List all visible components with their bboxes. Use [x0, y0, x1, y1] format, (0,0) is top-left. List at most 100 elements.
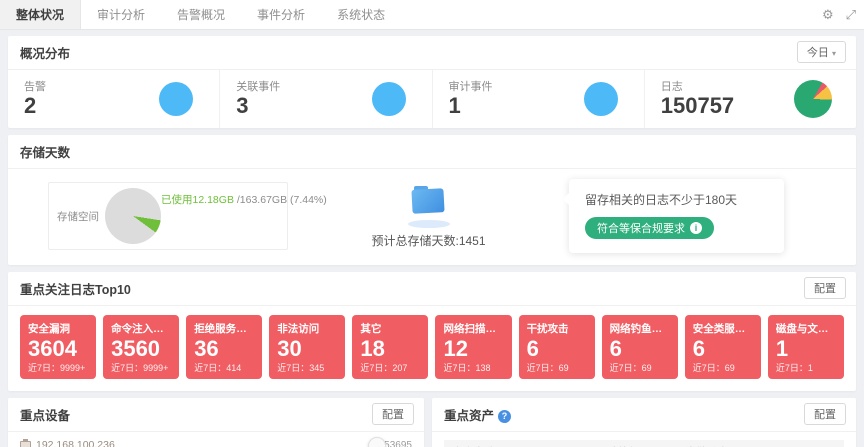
log-card-security-vuln[interactable]: 安全漏洞 3604 近7日：9999+ — [20, 315, 96, 379]
key-assets-title-text: 重点资产 — [444, 409, 494, 423]
tab-event-analysis[interactable]: 事件分析 — [241, 0, 321, 29]
log-card-value: 6 — [610, 336, 670, 361]
tab-overall-status[interactable]: 整体状况 — [0, 0, 81, 29]
stat-alerts[interactable]: 告警 2 — [8, 70, 220, 128]
log-recent-value: 69 — [642, 363, 652, 373]
compliance-note-text: 留存相关的日志不少于180天 — [585, 191, 768, 208]
overview-title-text: 概况分布 — [20, 47, 70, 61]
top-logs-cards: 安全漏洞 3604 近7日：9999+ 命令注入攻击 3560 近7日：9999… — [8, 306, 856, 391]
log-card-security-service[interactable]: 安全类服务攻击 6 近7日：69 — [685, 315, 761, 379]
log-card-network-scan[interactable]: 网络扫描探测 12 近7日：138 — [435, 315, 511, 379]
log-card-other[interactable]: 其它 18 近7日：207 — [352, 315, 428, 379]
top-logs-section-title: 重点关注日志Top10 配置 — [8, 272, 856, 306]
log-card-dos[interactable]: 拒绝服务攻击 36 近7日：414 — [186, 315, 262, 379]
log-recent-value: 1 — [808, 363, 813, 373]
logs-pie-chart — [794, 80, 832, 118]
storage-usage-text: 已使用12.18GB /163.67GB (7.44%) — [161, 192, 327, 207]
log-recent-value: 138 — [475, 363, 490, 373]
help-icon[interactable]: ? — [498, 410, 511, 423]
log-card-value: 36 — [194, 336, 254, 361]
overview-section-title: 概况分布 今日 ▾ — [8, 36, 856, 70]
log-card-title: 安全漏洞 — [28, 321, 88, 336]
device-ip: 192.168.100.236 — [36, 439, 115, 447]
storage-pie-chart — [105, 188, 161, 244]
log-recent-value: 414 — [226, 363, 241, 373]
log-card-title: 命令注入攻击 — [111, 321, 171, 336]
storage-used-text: 已使用12.18GB — [161, 194, 234, 206]
log-card-value: 6 — [693, 336, 753, 361]
log-card-title: 非法访问 — [277, 321, 337, 336]
log-recent-label: 近7日： — [277, 363, 309, 373]
devices-config-button[interactable]: 配置 — [372, 403, 414, 425]
dashboard-content: 概况分布 今日 ▾ 告警 2 关联事件 3 审计事件 1 — [0, 30, 864, 447]
log-card-value: 6 — [527, 336, 587, 361]
log-card-value: 30 — [277, 336, 337, 361]
assets-table: 资产名称 风险等级 告警分布 WindowsServer2016 高 0 2 0… — [444, 440, 844, 447]
log-recent-label: 近7日： — [610, 363, 642, 373]
log-card-value: 3560 — [111, 336, 171, 361]
audit-events-circle-chart — [584, 82, 618, 116]
storage-space-label: 存储空间 — [57, 209, 105, 224]
key-devices-section: 重点设备 配置 192.168.100.236 853695 192.168.1… — [8, 398, 424, 447]
log-card-title: 拒绝服务攻击 — [194, 321, 254, 336]
compliance-note-card: 留存相关的日志不少于180天 符合等保合规要求 i — [569, 179, 784, 253]
stat-logs[interactable]: 日志 150757 — [645, 70, 856, 128]
tab-system-status[interactable]: 系统状态 — [321, 0, 401, 29]
log-recent-label: 近7日： — [194, 363, 226, 373]
storage-section-title: 存储天数 — [8, 135, 856, 169]
caret-down-icon: ▾ — [832, 49, 836, 58]
key-devices-title-text: 重点设备 — [20, 409, 70, 423]
overview-stats-row: 告警 2 关联事件 3 审计事件 1 日志 150757 — [8, 70, 856, 128]
storage-title-text: 存储天数 — [20, 146, 70, 160]
stat-correlated-events[interactable]: 关联事件 3 — [220, 70, 432, 128]
top-logs-section: 重点关注日志Top10 配置 安全漏洞 3604 近7日：9999+ 命令注入攻… — [8, 272, 856, 391]
top-logs-title-text: 重点关注日志Top10 — [20, 283, 131, 297]
storage-total-text: /163.67GB (7.44%) — [234, 194, 327, 206]
log-card-title: 网络钓鱼攻击 — [610, 321, 670, 336]
correlated-events-circle-chart — [372, 82, 406, 116]
log-recent-label: 近7日： — [693, 363, 725, 373]
log-recent-value: 345 — [309, 363, 324, 373]
log-recent-label: 近7日： — [776, 363, 808, 373]
top-logs-config-button[interactable]: 配置 — [804, 277, 846, 299]
log-recent-value: 9999+ — [143, 363, 168, 373]
tab-audit-analysis[interactable]: 审计分析 — [81, 0, 161, 29]
storage-section: 存储天数 存储空间 已使用12.18GB /163.67GB (7.44%) 预… — [8, 135, 856, 265]
key-assets-title: 重点资产? 配置 — [432, 398, 856, 432]
key-assets-section: 重点资产? 配置 资产名称 风险等级 告警分布 WindowsServer201… — [432, 398, 856, 447]
log-card-disk-file[interactable]: 磁盘与文件系... 1 近7日：1 — [768, 315, 844, 379]
stat-audit-events[interactable]: 审计事件 1 — [433, 70, 645, 128]
log-card-value: 18 — [360, 336, 420, 361]
top-navigation: 整体状况 审计分析 告警概况 事件分析 系统状态 ⚙ ⤢ — [0, 0, 864, 30]
storage-body: 存储空间 已使用12.18GB /163.67GB (7.44%) 预计总存储天… — [8, 169, 856, 265]
log-card-title: 网络扫描探测 — [443, 321, 503, 336]
log-recent-label: 近7日： — [28, 363, 60, 373]
log-card-value: 12 — [443, 336, 503, 361]
log-recent-label: 近7日： — [111, 363, 143, 373]
log-card-value: 1 — [776, 336, 836, 361]
device-row[interactable]: 192.168.100.236 853695 — [20, 439, 412, 447]
compliance-badge[interactable]: 符合等保合规要求 i — [585, 217, 714, 239]
date-range-dropdown[interactable]: 今日 ▾ — [797, 41, 846, 63]
log-card-title: 磁盘与文件系... — [776, 321, 836, 336]
log-card-interference[interactable]: 干扰攻击 6 近7日：69 — [519, 315, 595, 379]
log-card-title: 其它 — [360, 321, 420, 336]
log-recent-label: 近7日： — [360, 363, 392, 373]
gear-icon[interactable]: ⚙ — [822, 7, 834, 23]
compliance-badge-label: 符合等保合规要求 — [597, 220, 685, 236]
date-range-value: 今日 — [807, 47, 829, 59]
assets-config-button[interactable]: 配置 — [804, 403, 846, 425]
log-recent-value: 69 — [725, 363, 735, 373]
log-recent-value: 207 — [392, 363, 407, 373]
tab-alert-overview[interactable]: 告警概况 — [161, 0, 241, 29]
log-card-cmd-injection[interactable]: 命令注入攻击 3560 近7日：9999+ — [103, 315, 179, 379]
info-icon: i — [690, 222, 702, 234]
device-icon — [20, 441, 31, 447]
log-card-illegal-access[interactable]: 非法访问 30 近7日：345 — [269, 315, 345, 379]
log-recent-label: 近7日： — [527, 363, 559, 373]
log-recent-label: 近7日： — [443, 363, 475, 373]
key-devices-title: 重点设备 配置 — [8, 398, 424, 432]
fullscreen-icon[interactable]: ⤢ — [846, 7, 856, 23]
log-card-phishing[interactable]: 网络钓鱼攻击 6 近7日：69 — [602, 315, 678, 379]
log-card-title: 干扰攻击 — [527, 321, 587, 336]
